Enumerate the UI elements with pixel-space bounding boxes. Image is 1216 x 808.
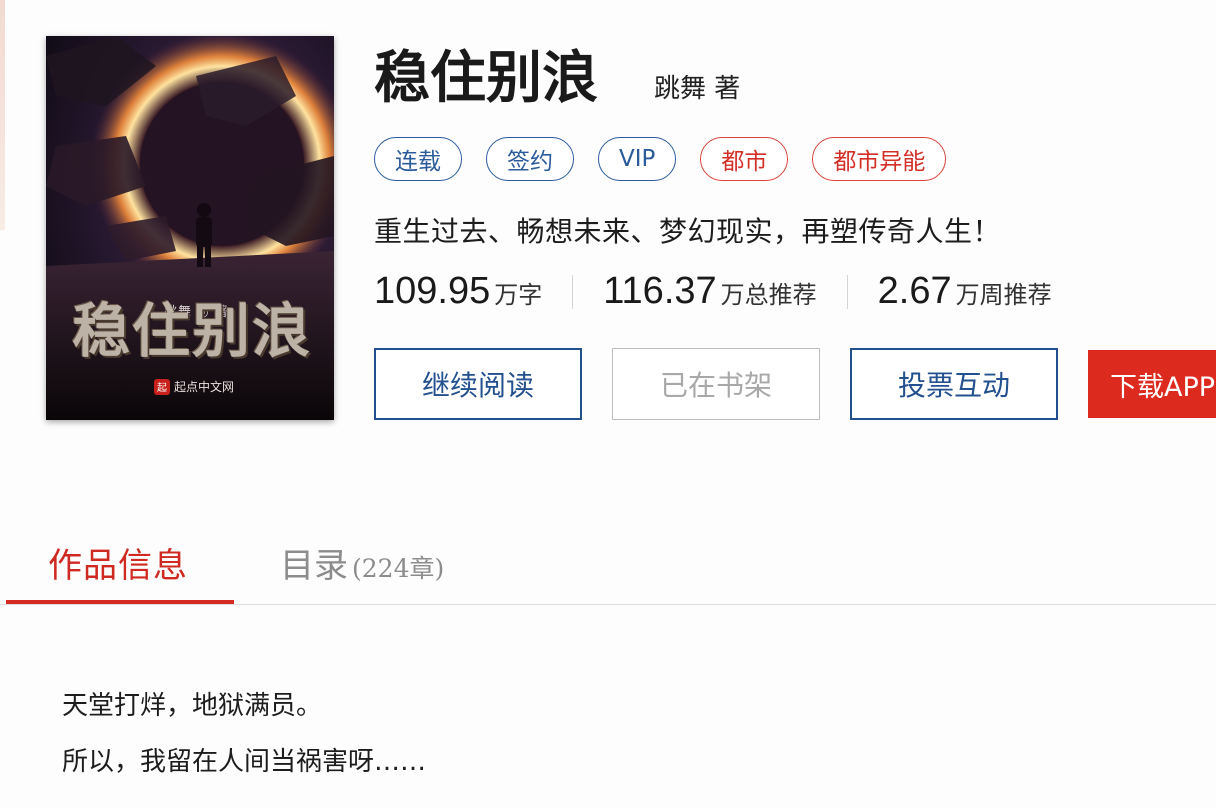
stat-word-count: 109.95 万字	[374, 270, 542, 313]
vote-interact-button[interactable]: 投票互动	[850, 348, 1058, 420]
on-shelf-button[interactable]: 已在书架	[612, 348, 820, 420]
active-tab-indicator	[6, 600, 234, 604]
stat-value: 116.37	[603, 270, 717, 312]
action-bar: 继续阅读 已在书架 投票互动	[374, 348, 1058, 420]
stat-weekly-recommend: 2.67 万周推荐	[878, 270, 1052, 313]
cover-publisher: 起 起点中文网	[154, 378, 234, 395]
stat-divider	[572, 274, 574, 309]
publisher-logo-icon: 起	[154, 378, 170, 395]
left-edge-strip	[0, 0, 5, 230]
stat-value: 2.67	[877, 270, 952, 312]
book-intro: 重生过去、畅想未来、梦幻现实，再塑传奇人生！	[374, 215, 1002, 248]
stat-total-recommend: 116.37 万总推荐	[603, 270, 816, 313]
tag-list: 连载 签约 VIP 都市 都市异能	[374, 137, 947, 181]
tag-signed[interactable]: 签约	[486, 137, 574, 181]
book-description: 天堂打烊，地狱满员。 所以，我留在人间当祸害呀……	[62, 678, 426, 790]
book-stats: 109.95 万字 116.37 万总推荐 2.67 万周推荐	[374, 270, 1052, 313]
book-title: 稳住别浪	[374, 45, 598, 111]
tag-urban[interactable]: 都市	[700, 137, 789, 181]
tag-serializing[interactable]: 连载	[374, 137, 462, 181]
tab-toc-count: (224章)	[352, 554, 445, 583]
description-line: 所以，我留在人间当祸害呀……	[62, 747, 427, 777]
tab-toc-label: 目录	[280, 546, 348, 586]
continue-reading-button[interactable]: 继续阅读	[374, 348, 582, 420]
stat-unit: 万字	[494, 281, 543, 309]
publisher-name: 起点中文网	[174, 380, 235, 394]
tab-table-of-contents[interactable]: 目录 (224章)	[280, 538, 444, 587]
stat-divider	[846, 274, 848, 309]
author-name[interactable]: 跳舞 著	[654, 68, 740, 105]
stat-unit: 万周推荐	[955, 281, 1052, 309]
tag-vip[interactable]: VIP	[598, 137, 677, 181]
stat-unit: 万总推荐	[720, 281, 817, 309]
content-tabs: 作品信息 目录 (224章)	[0, 530, 1216, 605]
tab-work-info[interactable]: 作品信息	[48, 538, 188, 587]
stat-value: 109.95	[374, 270, 491, 312]
download-app-button[interactable]: 下载APP	[1088, 350, 1216, 418]
cover-title-art: 稳住别浪	[72, 297, 313, 365]
description-line: 天堂打烊，地狱满员。	[62, 691, 323, 721]
book-cover[interactable]: 跳舞 ◎ 著 稳住别浪 起 起点中文网	[46, 36, 334, 420]
tag-urban-superpower[interactable]: 都市异能	[812, 137, 947, 181]
